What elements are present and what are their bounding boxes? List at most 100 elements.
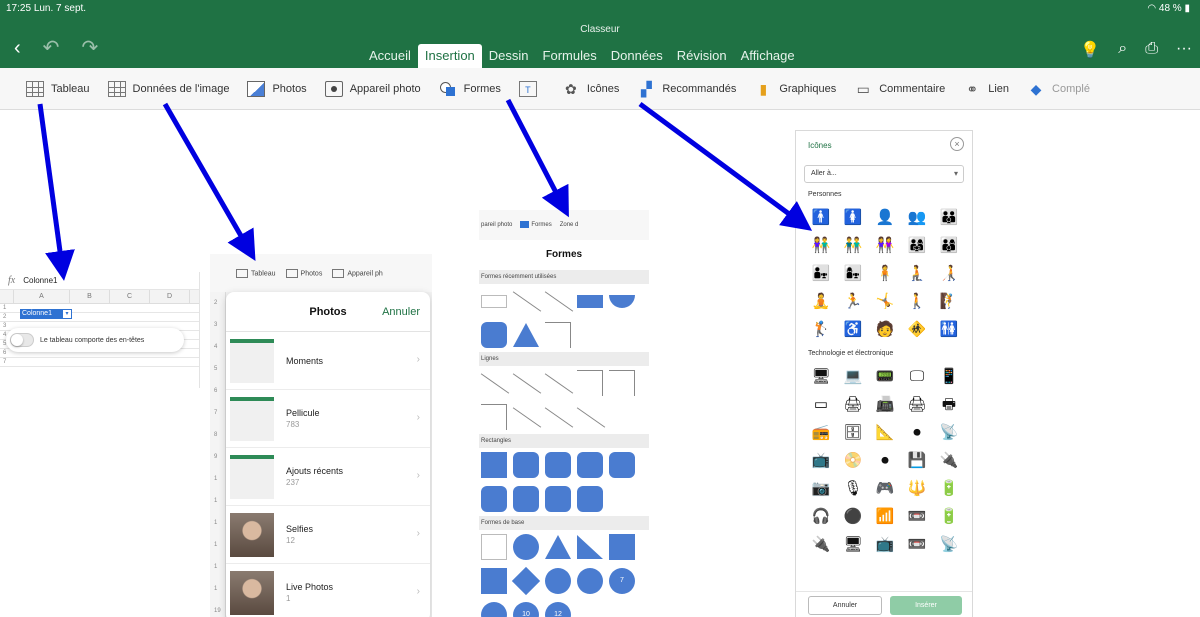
icon-tile[interactable]: 📡: [936, 535, 962, 555]
shape-item[interactable]: [545, 370, 571, 396]
shape-item[interactable]: [481, 294, 507, 308]
icon-tile[interactable]: 🖥: [840, 535, 866, 555]
shape-item[interactable]: [577, 370, 603, 396]
icon-tile[interactable]: 🚸: [904, 320, 930, 340]
mini-shapes-button[interactable]: Formes: [520, 221, 552, 229]
mini-tableau-button[interactable]: Tableau: [236, 268, 276, 278]
icons-button[interactable]: ✿ Icônes: [562, 81, 619, 97]
col-c[interactable]: C: [110, 290, 150, 303]
mini-textbox-label[interactable]: Zone d: [560, 222, 579, 228]
close-icon[interactable]: ×: [950, 137, 964, 151]
cancel-button[interactable]: Annuler: [382, 306, 420, 318]
icon-tile[interactable]: 👨‍👧: [808, 264, 834, 284]
shape-item[interactable]: [577, 568, 603, 594]
shape-item[interactable]: [545, 568, 571, 594]
shape-item[interactable]: [513, 370, 539, 396]
tab-revision[interactable]: Révision: [670, 44, 734, 68]
shape-item[interactable]: 7: [609, 568, 635, 594]
shape-item[interactable]: [481, 568, 507, 594]
icon-tile[interactable]: 🧑: [872, 320, 898, 340]
shape-item[interactable]: [513, 404, 539, 430]
icon-tile[interactable]: 🖵: [904, 367, 930, 387]
shape-item[interactable]: [577, 486, 603, 512]
icon-tile[interactable]: 👬: [840, 236, 866, 256]
tab-insertion[interactable]: Insertion: [417, 44, 482, 68]
icon-tile[interactable]: 👤: [872, 208, 898, 228]
icon-tile[interactable]: 📀: [840, 451, 866, 471]
icon-tile[interactable]: 💾: [904, 451, 930, 471]
cancel-button[interactable]: Annuler: [808, 596, 882, 615]
icon-tile[interactable]: 👨‍👩‍👧: [904, 236, 930, 256]
icon-tile[interactable]: 📻: [808, 423, 834, 443]
shape-item[interactable]: [511, 566, 541, 596]
icon-tile[interactable]: 🔋: [936, 479, 962, 499]
icon-tile[interactable]: ⏺: [872, 451, 898, 471]
tab-affichage[interactable]: Affichage: [734, 44, 802, 68]
icon-tile[interactable]: 👩‍👧: [840, 264, 866, 284]
icon-tile[interactable]: 🖶: [936, 395, 962, 415]
filter-dropdown-icon[interactable]: ▾: [63, 310, 71, 318]
icon-tile[interactable]: 👫: [808, 236, 834, 256]
photos-button[interactable]: Photos: [247, 80, 307, 97]
icon-tile[interactable]: 👥: [904, 208, 930, 228]
lightbulb-icon[interactable]: 💡: [1080, 40, 1100, 60]
shape-item[interactable]: [577, 452, 603, 478]
icon-tile[interactable]: 🧍: [872, 264, 898, 284]
icon-tile[interactable]: 🔱: [904, 479, 930, 499]
icon-tile[interactable]: 🚻: [936, 320, 962, 340]
more-icon[interactable]: ···: [1176, 40, 1192, 60]
icon-tile[interactable]: 📼: [904, 535, 930, 555]
shape-item[interactable]: [513, 534, 539, 560]
album-item[interactable]: Ajouts récents 237 ›: [226, 448, 430, 506]
shapes-button[interactable]: Formes: [439, 81, 501, 97]
icon-tile[interactable]: 🧘: [808, 292, 834, 312]
shape-item[interactable]: [577, 535, 603, 559]
shape-item[interactable]: [481, 534, 507, 560]
icon-tile[interactable]: 🧑‍🦯: [936, 264, 962, 284]
icon-tile[interactable]: 📷: [808, 479, 834, 499]
goto-dropdown[interactable]: Aller à...: [804, 165, 964, 183]
shape-item[interactable]: [481, 322, 507, 348]
album-item[interactable]: Live Photos 1 ›: [226, 564, 430, 617]
icon-tile[interactable]: 🔋: [936, 507, 962, 527]
icon-tile[interactable]: 📠: [872, 395, 898, 415]
shape-item[interactable]: 10: [513, 602, 539, 617]
tab-formules[interactable]: Formules: [536, 44, 604, 68]
share-icon[interactable]: ⎙: [1145, 40, 1158, 60]
camera-button[interactable]: Appareil photo: [324, 80, 421, 97]
icon-tile[interactable]: ▭: [808, 395, 834, 415]
shape-item[interactable]: [513, 323, 539, 347]
album-item[interactable]: Selfies 12 ›: [226, 506, 430, 564]
shape-item[interactable]: [545, 404, 571, 430]
icon-tile[interactable]: 👨‍👩‍👦: [936, 236, 962, 256]
tableau-button[interactable]: Tableau: [26, 80, 90, 97]
shape-item[interactable]: [545, 452, 571, 478]
textbox-button[interactable]: T: [518, 80, 544, 97]
icon-tile[interactable]: 🏃: [840, 292, 866, 312]
undo-icon[interactable]: ↶: [43, 38, 60, 58]
shape-item[interactable]: [513, 288, 539, 314]
shape-item[interactable]: [481, 404, 507, 430]
icon-tile[interactable]: 📱: [936, 367, 962, 387]
icon-tile[interactable]: 🚺: [840, 208, 866, 228]
icon-tile[interactable]: 🚹: [808, 208, 834, 228]
icon-tile[interactable]: 🚶: [904, 292, 930, 312]
shape-item[interactable]: 12: [545, 602, 571, 617]
shape-item[interactable]: [609, 294, 635, 308]
icon-tile[interactable]: 📼: [904, 507, 930, 527]
shape-item[interactable]: [609, 370, 635, 396]
shape-item[interactable]: [545, 322, 571, 348]
col-a[interactable]: A: [14, 290, 70, 303]
album-item[interactable]: Pellicule 783 ›: [226, 390, 430, 448]
shape-item[interactable]: [577, 404, 603, 430]
charts-button[interactable]: ▮ Graphiques: [754, 81, 836, 97]
shape-item[interactable]: [481, 602, 507, 617]
shape-item[interactable]: [609, 534, 635, 560]
formula-bar[interactable]: fx Colonne1: [0, 272, 199, 290]
col-d[interactable]: D: [150, 290, 190, 303]
icon-tile[interactable]: 🖨: [904, 395, 930, 415]
icon-tile[interactable]: 🤸: [872, 292, 898, 312]
icon-tile[interactable]: ⚫: [840, 507, 866, 527]
icon-tile[interactable]: 🖥: [808, 367, 834, 387]
icon-tile[interactable]: 📺: [808, 451, 834, 471]
